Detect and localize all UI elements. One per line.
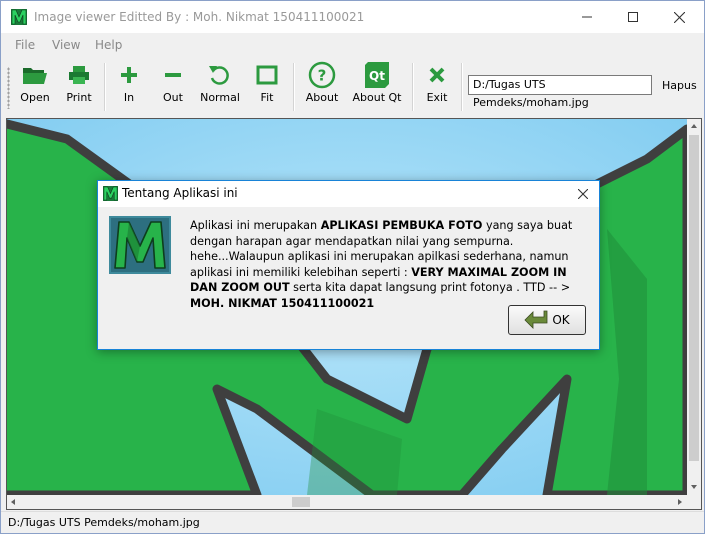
message-bold-text: APLIKASI PEMBUKA FOTO (320, 219, 483, 232)
about-button[interactable]: ? About (303, 59, 341, 115)
toolbar-separator (293, 63, 295, 111)
vertical-scrollbar[interactable] (687, 119, 701, 495)
dialog-m-logo (109, 216, 171, 274)
fit-button[interactable]: Fit (252, 59, 282, 115)
status-bar: D:/Tugas UTS Pemdeks/moham.jpg (1, 511, 704, 533)
about-qt-label: About Qt (352, 91, 402, 104)
hapus-button[interactable]: Hapus (662, 79, 697, 92)
file-path-field[interactable]: D:/Tugas UTS Pemdeks/moham.jpg (468, 75, 652, 109)
message-text: serta kita dapat langsung print fotonya … (289, 281, 571, 294)
toolbar-grip[interactable] (7, 67, 10, 109)
plus-icon (121, 67, 137, 83)
title-bar: Image viewer Editted By : Moh. Nikmat 15… (1, 1, 704, 33)
horizontal-scrollbar[interactable] (7, 495, 687, 509)
about-label: About (305, 91, 339, 104)
normal-size-button[interactable]: Normal (200, 59, 240, 115)
about-qt-button[interactable]: Qt About Qt (351, 59, 403, 115)
normal-label: Normal (200, 91, 240, 104)
dialog-message: Aplikasi ini merupakan APLIKASI PEMBUKA … (190, 218, 585, 311)
svg-text:?: ? (318, 67, 327, 85)
app-logo-icon (11, 9, 27, 25)
enter-arrow-icon (524, 310, 548, 329)
folder-open-icon (23, 68, 47, 84)
open-button[interactable]: Open (17, 59, 53, 115)
dialog-title-bar: Tentang Aplikasi ini (98, 181, 599, 207)
message-bold-text: MOH. NIKMAT 150411100021 (190, 296, 375, 310)
fit-label: Fit (260, 91, 274, 104)
minimize-icon (582, 16, 592, 18)
menu-help[interactable]: Help (95, 38, 122, 52)
scrollbar-corner (687, 495, 701, 509)
dialog-title: Tentang Aplikasi ini (122, 186, 238, 200)
close-icon (673, 11, 685, 23)
window-title: Image viewer Editted By : Moh. Nikmat 15… (34, 10, 365, 24)
svg-text:Qt: Qt (369, 69, 385, 83)
dialog-logo-icon (103, 186, 118, 201)
maximize-button[interactable] (610, 1, 656, 33)
fit-square-icon (256, 65, 278, 85)
scroll-arrows-horizontal (11, 497, 682, 507)
ok-button[interactable]: OK (508, 305, 586, 335)
menu-file[interactable]: File (15, 38, 35, 52)
undo-icon (209, 66, 229, 85)
help-circle-icon: ? (308, 61, 336, 89)
menu-bar: File View Help (1, 33, 704, 57)
toolbar: Open Print In Out Normal Fit ? About Qt … (1, 57, 704, 117)
ok-label: OK (552, 313, 570, 327)
zoom-out-label: Out (163, 91, 183, 104)
toolbar-separator (104, 63, 106, 111)
maximize-icon (628, 12, 638, 22)
print-button[interactable]: Print (61, 59, 97, 115)
zoom-in-label: In (123, 91, 135, 104)
printer-icon (69, 66, 89, 84)
minus-icon (165, 73, 181, 77)
print-label: Print (66, 91, 92, 104)
close-button[interactable] (656, 1, 702, 33)
status-text: D:/Tugas UTS Pemdeks/moham.jpg (8, 516, 200, 529)
toolbar-separator (412, 63, 414, 111)
zoom-out-button[interactable]: Out (156, 59, 190, 115)
menu-view[interactable]: View (52, 38, 80, 52)
exit-x-icon (429, 67, 445, 83)
minimize-button[interactable] (564, 1, 610, 33)
message-text: Aplikasi ini merupakan (190, 219, 321, 232)
qt-logo-icon: Qt (365, 62, 389, 88)
zoom-in-button[interactable]: In (114, 59, 144, 115)
exit-label: Exit (426, 91, 448, 104)
toolbar-separator (461, 63, 463, 111)
scroll-arrows-vertical (689, 124, 699, 489)
exit-button[interactable]: Exit (422, 59, 452, 115)
about-dialog: Tentang Aplikasi ini Aplikasi ini merupa… (97, 180, 600, 350)
dialog-close-icon[interactable] (578, 189, 588, 199)
open-label: Open (20, 91, 50, 104)
